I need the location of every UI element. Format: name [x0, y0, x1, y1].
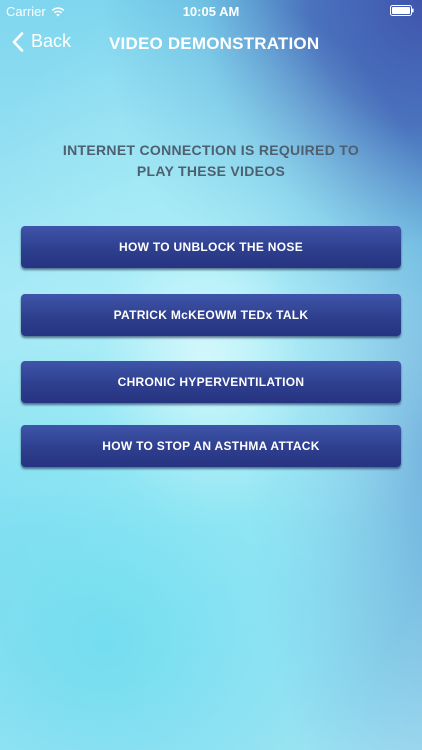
stop-asthma-attack-video-button[interactable]: HOW TO STOP AN ASTHMA ATTACK: [21, 425, 401, 467]
internet-notice: INTERNET CONNECTION IS REQUIRED TO PLAY …: [0, 140, 422, 182]
status-time: 10:05 AM: [182, 4, 240, 19]
unblock-nose-video-button[interactable]: HOW TO UNBLOCK THE NOSE: [21, 226, 401, 268]
battery-icon: [390, 5, 414, 16]
tedx-talk-video-button[interactable]: PATRICK McKEOWM TEDx TALK: [21, 294, 401, 336]
page-title: VIDEO DEMONSTRATION: [109, 34, 320, 53]
status-bar: Carrier 10:05 AM: [0, 0, 422, 22]
notice-line-1: INTERNET CONNECTION IS REQUIRED TO: [62, 142, 360, 158]
back-button[interactable]: Back: [12, 31, 71, 52]
nav-bar: Back VIDEO DEMONSTRATION: [0, 22, 422, 66]
chronic-hyperventilation-video-button[interactable]: CHRONIC HYPERVENTILATION: [21, 361, 401, 403]
chevron-left-icon: [12, 31, 24, 52]
notice-line-2: PLAY THESE VIDEOS: [136, 163, 286, 179]
back-label: Back: [31, 31, 72, 51]
